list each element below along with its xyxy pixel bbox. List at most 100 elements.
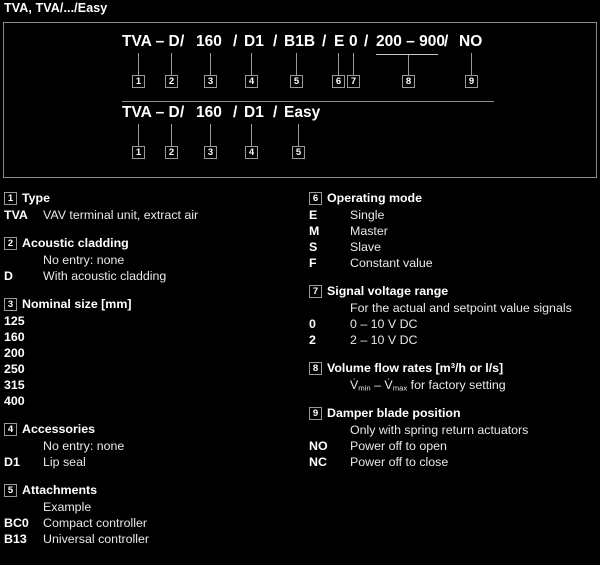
callout-marker-3: 3 [204, 75, 217, 88]
legend-group-heading: 9 Damper blade position [309, 405, 600, 421]
legend-row-key: 250 [4, 362, 25, 376]
legend-marker-6: 6 [309, 192, 322, 205]
legend-row-key: TVA [4, 208, 28, 222]
legend-row: F Constant value [309, 255, 600, 271]
legend-row-key: NO [309, 439, 328, 453]
legend-row: S Slave [309, 239, 600, 255]
legend-group-3: 3 Nominal size [mm] 125 160 200 250 315 400 [4, 296, 304, 409]
legend-row: 2 2 – 10 V DC [309, 332, 600, 348]
legend-row-key: D1 [4, 455, 20, 469]
legend-group-title: Acoustic cladding [22, 236, 129, 250]
legend-row: D With acoustic cladding [4, 268, 304, 284]
callout-leader-line [471, 53, 472, 75]
legend-row-value: VAV terminal unit, extract air [43, 208, 199, 222]
legend-row: 200 [4, 345, 304, 361]
order-code-range: 200 – 900 [376, 33, 445, 50]
callout-leader-line [298, 124, 299, 146]
legend-row: B13 Universal controller [4, 531, 304, 547]
legend-group-heading: 4 Accessories [4, 421, 304, 437]
legend-group-heading: 6 Operating mode [309, 190, 600, 206]
legend-group-2: 2 Acoustic cladding No entry: none D With ac… [4, 235, 304, 284]
order-code-token: / [180, 104, 185, 121]
callout-marker-1: 1 [132, 75, 145, 88]
order-code-token: / [180, 33, 185, 50]
legend-group-heading: 1 Type [4, 190, 304, 206]
callout-marker-8: 8 [402, 75, 415, 88]
callout-leader-line [251, 124, 252, 146]
legend-row-key: 315 [4, 378, 25, 392]
legend-row-key: 200 [4, 346, 25, 360]
callout-marker-4: 4 [245, 146, 258, 159]
legend-row: For the actual and setpoint value signal… [309, 300, 600, 316]
legend-marker-3: 3 [4, 298, 17, 311]
order-code-token: 0 [349, 33, 358, 50]
callout-marker-5: 5 [290, 75, 303, 88]
legend-row: 250 [4, 361, 304, 377]
order-code-token: / [233, 104, 238, 121]
legend-row-key: NC [309, 455, 327, 469]
legend-row: 315 [4, 377, 304, 393]
callout-leader-line [338, 53, 339, 75]
legend-marker-5: 5 [4, 484, 17, 497]
order-code-token: TVA – D [122, 33, 180, 50]
legend-row-key: BC0 [4, 516, 29, 530]
order-code-token: B1B [284, 33, 316, 50]
legend-group-6: 6 Operating mode E Single M Master S Slave F Cons… [309, 190, 600, 271]
legend-marker-9: 9 [309, 407, 322, 420]
legend-row: Only with spring return actuators [309, 422, 600, 438]
legend-group-title: Accessories [22, 422, 96, 436]
legend-row-value: Only with spring return actuators [350, 423, 529, 437]
legend-row-value: Constant value [350, 256, 433, 270]
callout-leader-line [210, 53, 211, 75]
legend-group-title: Attachments [22, 483, 98, 497]
legend-row-value: Lip seal [43, 455, 86, 469]
legend-group-heading: 2 Acoustic cladding [4, 235, 304, 251]
order-code-token: / [233, 33, 238, 50]
callout-marker-3: 3 [204, 146, 217, 159]
legend-row-key: D [4, 269, 13, 283]
legend-marker-2: 2 [4, 237, 17, 250]
legend-row-value: Slave [350, 240, 381, 254]
legend-row-value: Single [350, 208, 385, 222]
legend-row: Example [4, 499, 304, 515]
legend-group-title: Volume flow rates [m3/h or l/s] [327, 361, 504, 375]
legend-column-left: 1 Type TVA VAV terminal unit, extract air 2 A… [4, 190, 304, 559]
legend-row-value: Compact controller [43, 516, 147, 530]
legend-group-heading: 8 Volume flow rates [m3/h or l/s] [309, 360, 600, 376]
callout-leader-line [353, 53, 354, 75]
legend-row: 400 [4, 393, 304, 409]
order-code-token: / [273, 104, 278, 121]
order-code-token: Easy [284, 104, 321, 121]
callout-leader-line [138, 53, 139, 75]
legend-column-right: 6 Operating mode E Single M Master S Slave F Cons… [309, 190, 600, 482]
legend-row: D1 Lip seal [4, 454, 304, 470]
callout-marker-7: 7 [347, 75, 360, 88]
legend-row-key: E [309, 208, 318, 222]
legend-row-value: V̇min – V̇max for factory setting [350, 378, 506, 393]
legend-row-value: Master [350, 224, 388, 238]
legend-group-8: 8 Volume flow rates [m3/h or l/s] V̇min – … [309, 360, 600, 393]
order-code-token: TVA – D [122, 104, 180, 121]
legend-row: NO Power off to open [309, 438, 600, 454]
legend-row: V̇min – V̇max for factory setting [309, 377, 600, 393]
legend-row-value: No entry: none [43, 439, 125, 453]
callout-marker-6: 6 [332, 75, 345, 88]
legend-row: No entry: none [4, 252, 304, 268]
legend-row-value: 2 – 10 V DC [350, 333, 418, 347]
page-title: TVA, TVA/.../Easy [4, 1, 108, 15]
legend-row-value: For the actual and setpoint value signal… [350, 301, 572, 315]
order-code-token: / [322, 33, 327, 50]
callout-marker-5: 5 [292, 146, 305, 159]
legend-row-key: 2 [309, 333, 316, 347]
legend-row: E Single [309, 207, 600, 223]
legend-marker-8: 8 [309, 362, 322, 375]
legend-group-title: Type [22, 191, 50, 205]
legend-row-key: 0 [309, 317, 316, 331]
legend-group-4: 4 Accessories No entry: none D1 Lip seal [4, 421, 304, 470]
order-code-token: / [364, 33, 369, 50]
legend-row: 125 [4, 313, 304, 329]
legend-row-value: With acoustic cladding [43, 269, 167, 283]
legend-row: NC Power off to close [309, 454, 600, 470]
legend-group-5: 5 Attachments Example BC0 Compact controller… [4, 482, 304, 547]
code-divider [122, 101, 494, 102]
